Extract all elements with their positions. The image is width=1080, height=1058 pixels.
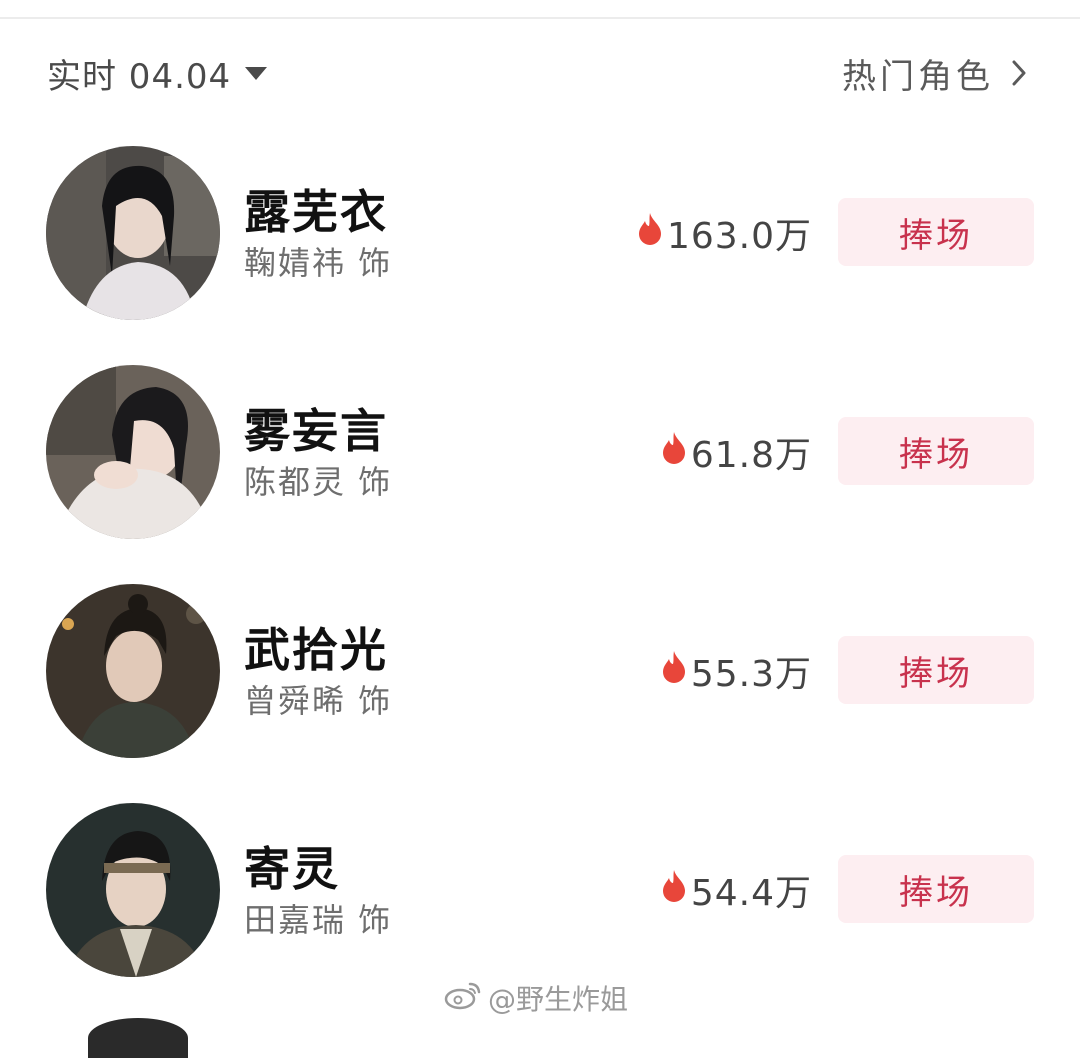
actor-name: 曾舜晞 饰 bbox=[244, 682, 393, 720]
heat-value: 54.4万 bbox=[661, 865, 812, 915]
watermark-text: @野生炸姐 bbox=[488, 983, 629, 1016]
hot-roles-link[interactable]: 热门角色 bbox=[842, 48, 1026, 98]
support-button[interactable]: 捧场 bbox=[838, 636, 1034, 704]
role-name: 武拾光 bbox=[244, 623, 388, 677]
role-name: 露芜衣 bbox=[244, 185, 388, 239]
avatar bbox=[46, 365, 220, 539]
role-name: 雾妄言 bbox=[244, 404, 388, 458]
actor-name: 田嘉瑞 饰 bbox=[244, 901, 393, 939]
flame-icon bbox=[637, 212, 663, 255]
flame-icon bbox=[661, 431, 687, 474]
support-button[interactable]: 捧场 bbox=[838, 417, 1034, 485]
role-name: 寄灵 bbox=[244, 842, 340, 896]
weibo-icon bbox=[444, 980, 482, 1017]
flame-icon bbox=[661, 869, 687, 912]
role-row[interactable]: 雾妄言 陈都灵 饰 61.8万 捧场 bbox=[0, 365, 1080, 541]
heat-text: 54.4万 bbox=[690, 873, 812, 914]
actor-name: 鞠婧祎 饰 bbox=[244, 244, 393, 282]
heat-text: 61.8万 bbox=[690, 435, 812, 476]
avatar bbox=[46, 584, 220, 758]
role-row[interactable]: 武拾光 曾舜晞 饰 55.3万 捧场 bbox=[0, 584, 1080, 760]
support-button[interactable]: 捧场 bbox=[838, 198, 1034, 266]
hot-roles-label: 热门角色 bbox=[842, 56, 994, 97]
period-selector[interactable]: 实时 04.04 bbox=[47, 48, 268, 98]
caret-down-icon bbox=[245, 66, 268, 80]
top-divider bbox=[0, 17, 1080, 19]
heat-value: 163.0万 bbox=[637, 208, 812, 258]
role-row[interactable]: 寄灵 田嘉瑞 饰 54.4万 捧场 bbox=[0, 803, 1080, 979]
heat-value: 61.8万 bbox=[661, 427, 812, 477]
support-button[interactable]: 捧场 bbox=[838, 855, 1034, 923]
heat-value: 55.3万 bbox=[661, 646, 812, 696]
period-label: 实时 04.04 bbox=[47, 56, 232, 97]
actor-name: 陈都灵 饰 bbox=[244, 463, 393, 501]
heat-text: 55.3万 bbox=[690, 654, 812, 695]
heat-text: 163.0万 bbox=[666, 216, 812, 257]
chevron-right-icon bbox=[1012, 60, 1026, 86]
flame-icon bbox=[661, 650, 687, 693]
avatar bbox=[46, 146, 220, 320]
avatar bbox=[46, 803, 220, 977]
ranking-header: 实时 04.04 热门角色 bbox=[0, 48, 1080, 98]
watermark: @野生炸姐 bbox=[444, 978, 628, 1018]
role-row[interactable]: 露芜衣 鞠婧祎 饰 163.0万 捧场 bbox=[0, 146, 1080, 322]
avatar bbox=[88, 1018, 188, 1058]
